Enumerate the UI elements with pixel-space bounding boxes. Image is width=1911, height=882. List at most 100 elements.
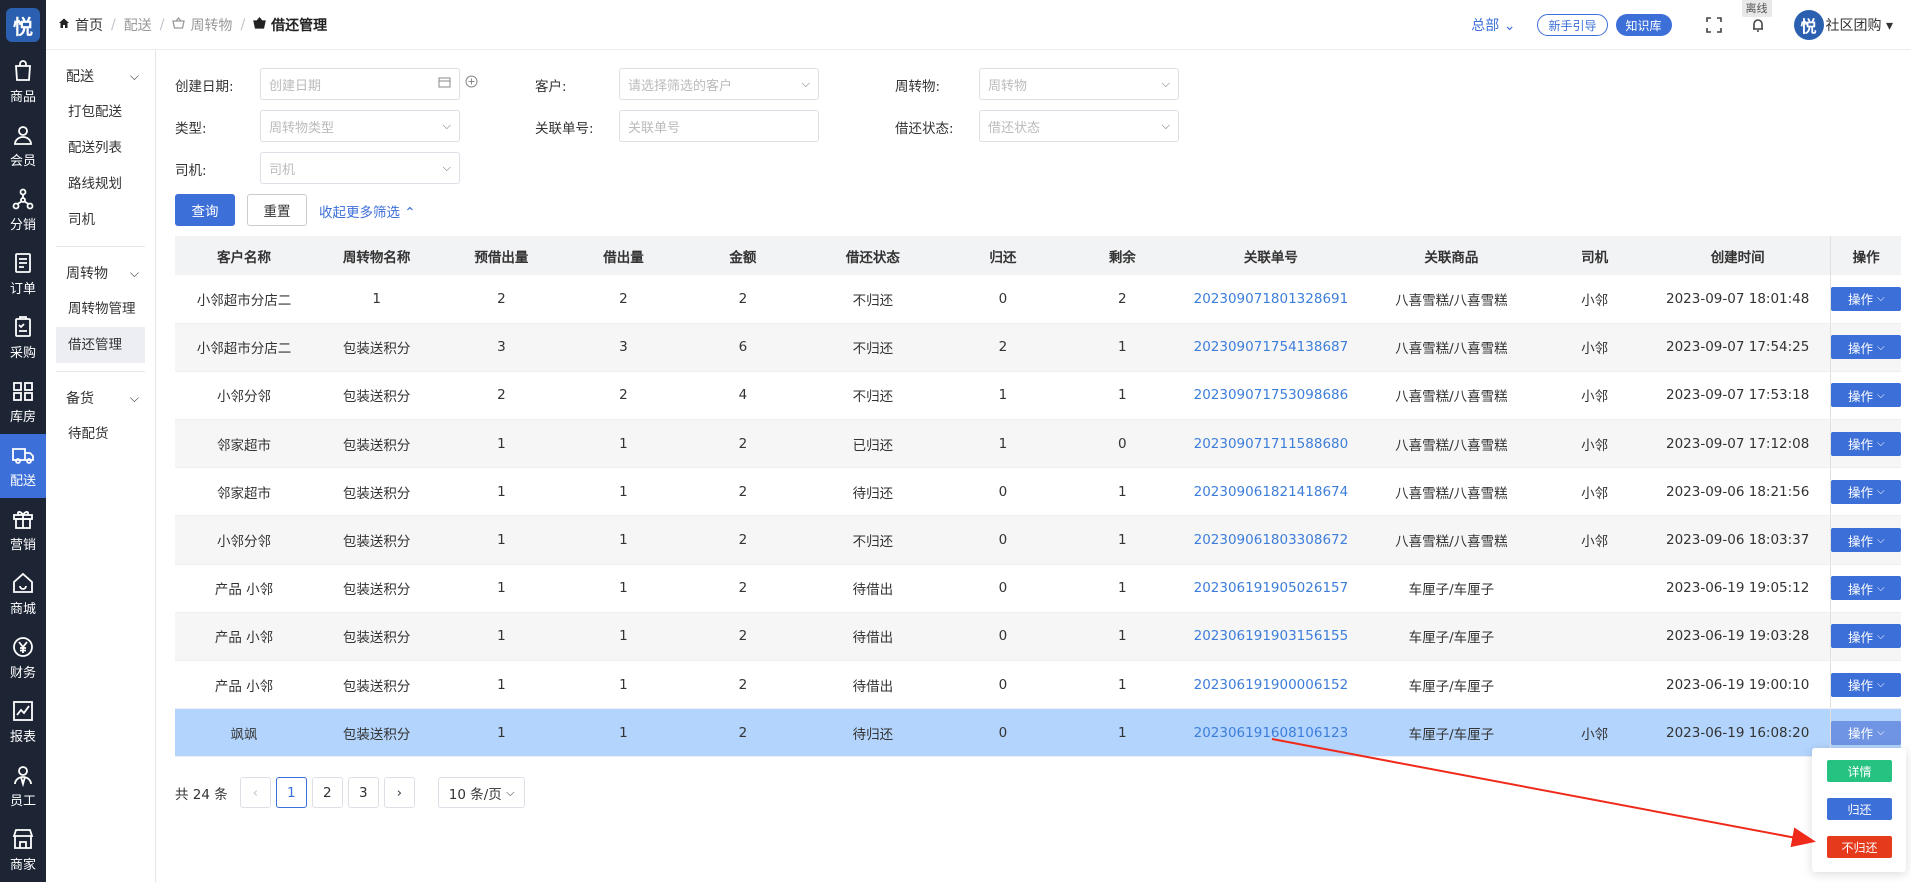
rail-item-label: 财务 — [9, 666, 36, 681]
rail-item-user[interactable]: 会员 — [0, 114, 46, 178]
rail-item-chart[interactable]: 报表 — [0, 690, 46, 754]
fullscreen-icon[interactable] — [1704, 15, 1724, 35]
sub-nav-item[interactable]: 借还管理 — [56, 327, 145, 363]
rail-item-network[interactable]: 分销 — [0, 178, 46, 242]
operation-button[interactable]: 操作 ⌵ — [1831, 576, 1901, 601]
operation-button[interactable]: 操作 ⌵ — [1831, 479, 1901, 504]
sub-group-header[interactable]: 备货 ⌵ — [56, 380, 145, 416]
table-cell: 1 — [562, 419, 685, 469]
table-row[interactable]: 小邻超市分店二 包装送积分 3 3 6 不归还 2 1 202309071754138687 八喜… — [175, 323, 1901, 372]
table-cell: 3 — [440, 323, 563, 372]
type-select[interactable]: 周转物类型 ⌵ — [260, 110, 460, 142]
table-cell — [1544, 564, 1646, 613]
order-link[interactable]: 202309071801328691 — [1183, 275, 1359, 324]
status-select[interactable]: 借还状态 ⌵ — [979, 110, 1179, 142]
rail-item-warehouse[interactable]: 库房 — [0, 370, 46, 434]
operation-button[interactable]: 操作 ⌵ — [1831, 431, 1901, 456]
table-cell: 产品 小邻 — [175, 564, 313, 613]
driver-select[interactable]: 司机 ⌵ — [260, 152, 460, 184]
bell-icon[interactable]: 离线 — [1741, 0, 1772, 35]
order-link[interactable]: 202309061803308672 — [1183, 515, 1359, 565]
order-link[interactable]: 202306191608106123 — [1183, 708, 1359, 758]
rail-item-order[interactable]: 订单 — [0, 242, 46, 306]
rail-item-shop[interactable]: 商家 — [0, 818, 46, 882]
operation-button[interactable]: 操作 ⌵ — [1831, 335, 1901, 360]
no-return-button[interactable]: 不归还 — [1827, 836, 1892, 858]
item-select[interactable]: 周转物 ⌵ — [979, 68, 1179, 100]
rail-item-gift[interactable]: 营销 — [0, 498, 46, 562]
operation-cell: 操作 ⌵ — [1830, 467, 1901, 517]
brand-logo[interactable]: 悦 — [0, 0, 46, 50]
page-1-button[interactable]: 1 — [275, 777, 307, 808]
table-row[interactable]: 飒飒 包装送积分 1 1 2 待归还 0 1 202306191608106123 车厘子/车厘子… — [175, 708, 1901, 758]
table-cell: 小邻 — [1544, 323, 1646, 372]
prev-page-button[interactable]: ‹ — [239, 777, 271, 808]
created-date-input[interactable]: 创建日期 — [260, 68, 460, 100]
table-cell: 2 — [684, 467, 802, 517]
operation-button[interactable]: 操作 ⌵ — [1831, 624, 1901, 649]
table-row[interactable]: 小邻分邻 包装送积分 2 2 4 不归还 1 1 202309071753098686 八喜雪糕/… — [175, 371, 1901, 421]
rail-item-yen[interactable]: 财务 — [0, 626, 46, 690]
reset-button[interactable]: 重置 — [247, 194, 307, 226]
order-link[interactable]: 202306191905026157 — [1183, 564, 1359, 613]
ref-input[interactable]: 关联单号 — [619, 110, 819, 142]
knowledge-base-button[interactable]: 知识库 — [1615, 14, 1672, 36]
order-link[interactable]: 202309071753098686 — [1183, 371, 1359, 421]
chevron-down-icon: ⌵ — [1877, 438, 1885, 450]
operation-button[interactable]: 操作 ⌵ — [1831, 720, 1901, 745]
table-cell: 1 — [440, 515, 563, 565]
table-row[interactable]: 邻家超市 包装送积分 1 1 2 已归还 1 0 202309071711588680 八喜雪糕/… — [175, 419, 1901, 469]
table-cell: 1 — [440, 467, 563, 517]
operation-button[interactable]: 操作 ⌵ — [1831, 383, 1901, 408]
order-link[interactable]: 202306191903156155 — [1183, 612, 1359, 662]
avatar[interactable]: 悦 — [1793, 10, 1824, 40]
table-row[interactable]: 小邻分邻 包装送积分 1 1 2 不归还 0 1 202309061803308672 八喜雪糕/… — [175, 515, 1901, 565]
sub-nav-item[interactable]: 配送列表 — [56, 130, 145, 166]
team-switcher[interactable]: 社区团购 ▾ — [1826, 15, 1893, 35]
guide-button[interactable]: 新手引导 — [1537, 14, 1608, 36]
sub-nav-item[interactable]: 司机 — [56, 202, 145, 238]
operation-button[interactable]: 操作 ⌵ — [1831, 672, 1901, 697]
breadcrumb-delivery[interactable]: 配送 — [124, 15, 152, 35]
add-circle-icon[interactable] — [465, 75, 478, 92]
sub-group-header[interactable]: 周转物 ⌵ — [56, 255, 145, 291]
sub-nav-item[interactable]: 路线规划 — [56, 166, 145, 202]
table-row[interactable]: 产品 小邻 包装送积分 1 1 2 待借出 0 1 202306191905026157 车厘子/… — [175, 564, 1901, 613]
chevron-down-icon: ⌵ — [506, 785, 515, 799]
hq-switcher[interactable]: 总部 ⌄ — [1471, 15, 1515, 35]
table-cell: 0 — [944, 275, 1062, 324]
page-3-button[interactable]: 3 — [347, 777, 379, 808]
order-link[interactable]: 202309071754138687 — [1183, 323, 1359, 372]
table-row[interactable]: 小邻超市分店二 1 2 2 2 不归还 0 2 202309071801328691 八喜雪糕/八… — [175, 275, 1901, 324]
rail-item-staff[interactable]: 员工 — [0, 754, 46, 818]
next-page-button[interactable]: › — [383, 777, 415, 808]
breadcrumb-turnover[interactable]: 周转物 — [190, 15, 232, 35]
rail-item-home[interactable]: 商城 — [0, 562, 46, 626]
table-row[interactable]: 产品 小邻 包装送积分 1 1 2 待借出 0 1 202306191903156155 车厘子/… — [175, 612, 1901, 662]
rail-item-clipboard[interactable]: 采购 — [0, 306, 46, 370]
breadcrumb-home[interactable]: 首页 — [75, 15, 103, 35]
order-link[interactable]: 202309071711588680 — [1183, 419, 1359, 469]
order-link[interactable]: 202309061821418674 — [1183, 467, 1359, 517]
table-cell: 0 — [944, 612, 1062, 662]
rail-item-bag[interactable]: 商品 — [0, 50, 46, 114]
detail-button[interactable]: 详情 — [1827, 760, 1892, 782]
table-row[interactable]: 产品 小邻 包装送积分 1 1 2 待借出 0 1 202306191900006152 车厘子/… — [175, 660, 1901, 710]
table-cell: 八喜雪糕/八喜雪糕 — [1358, 371, 1545, 421]
page-2-button[interactable]: 2 — [311, 777, 343, 808]
collapse-filters-link[interactable]: 收起更多筛选 ⌃ — [319, 201, 416, 221]
order-link[interactable]: 202306191900006152 — [1183, 660, 1359, 710]
query-button[interactable]: 查询 — [175, 194, 235, 226]
table-row[interactable]: 邻家超市 包装送积分 1 1 2 待归还 0 1 202309061821418674 八喜雪糕/… — [175, 467, 1901, 517]
operation-button[interactable]: 操作 ⌵ — [1831, 286, 1901, 311]
sub-group-header[interactable]: 配送 ⌵ — [56, 58, 145, 94]
sub-nav-item[interactable]: 打包配送 — [56, 94, 145, 130]
sub-nav-item[interactable]: 待配货 — [56, 416, 145, 452]
return-button[interactable]: 归还 — [1827, 798, 1892, 820]
page-size-select[interactable]: 10 条/页 ⌵ — [437, 777, 526, 808]
table-cell: 3 — [562, 323, 685, 372]
operation-button[interactable]: 操作 ⌵ — [1831, 528, 1901, 553]
customer-select[interactable]: 请选择筛选的客户 ⌵ — [619, 68, 819, 100]
rail-item-truck[interactable]: 配送 — [0, 434, 46, 498]
sub-nav-item[interactable]: 周转物管理 — [56, 291, 145, 327]
